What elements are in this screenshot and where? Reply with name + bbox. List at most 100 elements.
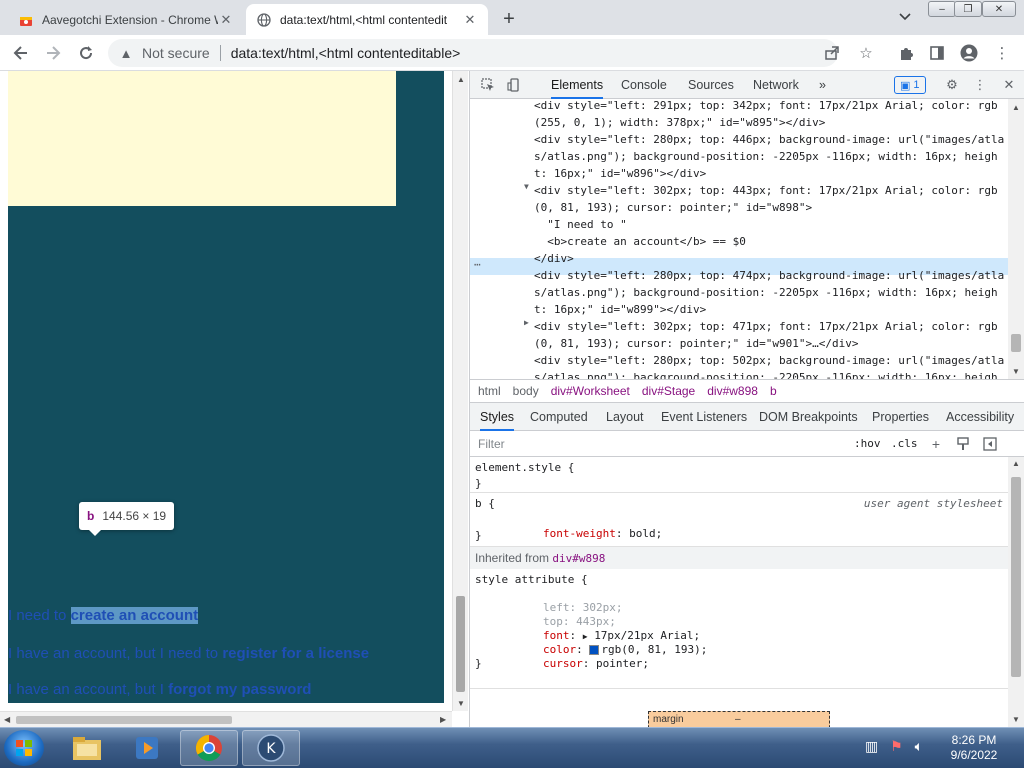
ellipsis-icon[interactable]: ⋯ <box>474 258 481 271</box>
dom-line[interactable]: (0, 81, 193); cursor: pointer;" id="w901… <box>534 335 859 352</box>
back-arrow-icon[interactable] <box>8 40 34 66</box>
tab-event-listeners[interactable]: Event Listeners <box>661 403 747 431</box>
inherited-tag[interactable]: div#w898 <box>552 552 605 565</box>
minimize-button[interactable]: – <box>928 1 956 17</box>
dom-line[interactable]: t: 16px;" id="w899"></div> <box>534 301 706 318</box>
start-button[interactable] <box>4 730 44 766</box>
breadcrumb-body[interactable]: body <box>513 384 539 398</box>
close-devtools-icon[interactable]: ✕ <box>999 75 1019 95</box>
scroll-down-arrow-icon[interactable]: ▼ <box>1012 367 1020 376</box>
rule-selector[interactable]: element.style { <box>475 461 574 475</box>
extensions-puzzle-icon[interactable] <box>896 43 916 63</box>
tab-layout[interactable]: Layout <box>606 403 644 431</box>
side-panel-icon[interactable] <box>927 43 947 63</box>
scrollbar-thumb[interactable] <box>16 716 232 724</box>
cls-toggle[interactable]: .cls <box>891 437 918 450</box>
tab-data-url[interactable]: data:text/html,<html contentedit ✕ <box>246 4 488 35</box>
new-rule-plus-icon[interactable]: + <box>927 435 945 453</box>
action-center-icon[interactable]: ⚑ <box>890 738 903 754</box>
dom-line[interactable]: <div style="left: 302px; top: 471px; fon… <box>534 318 998 335</box>
scroll-up-arrow-icon[interactable]: ▲ <box>457 75 465 84</box>
rule-selector[interactable]: style attribute { <box>475 573 588 587</box>
dom-line[interactable]: <div style="left: 280px; top: 446px; bac… <box>534 131 1004 148</box>
paint-brush-icon[interactable] <box>954 435 972 453</box>
breadcrumb-w898[interactable]: div#w898 <box>707 384 758 398</box>
chevron-down-icon[interactable] <box>894 6 916 28</box>
dom-line[interactable]: t: 16px;" id="w896"></div> <box>534 165 706 182</box>
system-clock[interactable]: 8:26 PM 9/6/2022 <box>934 733 1014 763</box>
tab-console[interactable]: Console <box>621 71 667 99</box>
dom-line[interactable]: <div style="left: 302px; top: 443px; fon… <box>534 182 998 199</box>
scrollbar-thumb[interactable] <box>1011 477 1021 677</box>
close-window-button[interactable]: ✕ <box>982 1 1016 17</box>
tab-network[interactable]: Network <box>753 71 799 99</box>
style-attribute-rule[interactable]: style attribute { left: 302px; top: 443p… <box>470 569 1008 689</box>
dom-line[interactable]: "I need to " <box>534 216 626 233</box>
url-text[interactable]: data:text/html,<html contenteditable> <box>231 45 461 61</box>
breadcrumb-worksheet[interactable]: div#Worksheet <box>551 384 630 398</box>
dom-line[interactable]: <div style="left: 280px; top: 502px; bac… <box>534 352 1004 369</box>
toggle-sidebar-icon[interactable] <box>981 435 999 453</box>
kebab-menu-icon[interactable]: ⋮ <box>970 75 990 95</box>
profile-avatar-icon[interactable] <box>959 43 979 63</box>
scrollbar-thumb[interactable] <box>456 596 465 692</box>
link-line-register[interactable]: I have an account, but I need to registe… <box>8 645 369 662</box>
dom-line[interactable]: (255, 0, 1); width: 378px;" id="w895"></… <box>534 114 825 131</box>
expand-triangle-icon[interactable]: ▶ <box>524 318 529 327</box>
tab-dom-breakpoints[interactable]: DOM Breakpoints <box>759 403 858 431</box>
tab-accessibility[interactable]: Accessibility <box>946 403 1014 431</box>
dom-line[interactable]: <div style="left: 280px; top: 474px; bac… <box>534 267 1004 284</box>
inspect-element-icon[interactable] <box>478 75 498 95</box>
dom-line-selected[interactable]: <b>create an account</b> == $0 <box>534 233 746 250</box>
address-bar[interactable]: ▲ Not secure data:text/html,<html conten… <box>108 39 838 67</box>
tab-properties[interactable]: Properties <box>872 403 929 431</box>
box-model-margin[interactable]: margin – <box>648 711 830 727</box>
media-player-icon[interactable] <box>118 730 176 766</box>
security-label[interactable]: Not secure <box>142 45 210 61</box>
dom-line[interactable]: s/atlas.png"); background-position: -220… <box>534 148 998 165</box>
warning-icon[interactable]: ▲ <box>118 46 134 61</box>
dom-line[interactable]: (0, 81, 193); cursor: pointer;" id="w898… <box>534 199 812 216</box>
network-icon[interactable]: ▥ <box>865 738 878 754</box>
breadcrumb-html[interactable]: html <box>478 384 501 398</box>
scroll-up-arrow-icon[interactable]: ▲ <box>1012 459 1020 468</box>
tab-close-icon[interactable]: ✕ <box>462 12 478 28</box>
scrollbar-thumb[interactable] <box>1011 334 1021 352</box>
tab-styles[interactable]: Styles <box>480 403 515 431</box>
tab-close-icon[interactable]: ✕ <box>218 12 234 28</box>
bookmark-star-icon[interactable]: ☆ <box>856 43 876 63</box>
device-toolbar-icon[interactable] <box>504 75 524 95</box>
scroll-up-arrow-icon[interactable]: ▲ <box>1012 103 1020 112</box>
share-icon[interactable] <box>822 43 842 63</box>
filter-input[interactable]: Filter <box>478 437 505 451</box>
rule-selector[interactable]: b { <box>475 497 495 511</box>
css-declaration[interactable]: cursor: pointer; <box>490 643 649 685</box>
hov-toggle[interactable]: :hov <box>854 437 881 450</box>
chrome-icon[interactable] <box>180 730 238 766</box>
file-explorer-icon[interactable] <box>58 730 116 766</box>
ua-b-rule[interactable]: b { user agent stylesheet font-weight: b… <box>470 493 1008 547</box>
link-line-forgot[interactable]: I have an account, but I forgot my passw… <box>8 681 311 698</box>
page-vertical-scrollbar[interactable]: ▲ ▼ <box>452 71 468 711</box>
forward-arrow-icon[interactable] <box>40 40 66 66</box>
dom-line[interactable]: <div style="left: 291px; top: 342px; fon… <box>534 99 998 114</box>
restore-button[interactable]: ❐ <box>954 1 982 17</box>
tab-aavegotchi[interactable]: Aavegotchi Extension - Chrome W ✕ <box>8 4 244 35</box>
link-line-create-account[interactable]: I need to create an account <box>8 607 199 624</box>
create-account-link[interactable]: create an account <box>70 607 199 624</box>
new-tab-button[interactable]: + <box>496 6 522 32</box>
scroll-down-arrow-icon[interactable]: ▼ <box>1012 715 1020 724</box>
forgot-password-link[interactable]: forgot my password <box>168 681 311 698</box>
volume-icon[interactable]: 🔈︎ <box>915 738 923 754</box>
dom-scrollbar[interactable]: ▲ ▼ <box>1008 99 1024 379</box>
dom-line[interactable]: </div> <box>534 250 574 267</box>
reload-icon[interactable] <box>73 40 99 66</box>
register-license-link[interactable]: register for a license <box>222 645 369 662</box>
breadcrumb-stage[interactable]: div#Stage <box>642 384 695 398</box>
breadcrumb-b[interactable]: b <box>770 384 777 398</box>
styles-scrollbar[interactable]: ▲ ▼ <box>1008 457 1024 727</box>
settings-gear-icon[interactable]: ⚙ <box>942 75 962 95</box>
page-horizontal-scrollbar[interactable]: ◀ ▶ <box>0 711 452 727</box>
dom-line[interactable]: s/atlas.png"); background-position: -220… <box>534 284 998 301</box>
element-style-rule[interactable]: element.style { } <box>470 457 1008 493</box>
